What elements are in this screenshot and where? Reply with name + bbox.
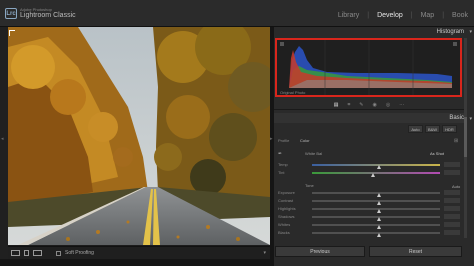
collapse-icon[interactable]: ▾ xyxy=(469,29,472,35)
tone-auto-button[interactable]: Auto xyxy=(452,184,460,189)
basic-panel-title: Basic xyxy=(449,115,464,121)
slider-exposure: Exposure xyxy=(274,190,464,197)
eyedropper-icon[interactable]: ✒ xyxy=(278,151,282,157)
profile-label: Profile xyxy=(278,138,290,143)
brand-title: Lightroom Classic xyxy=(20,12,76,19)
scrollbar-thumb[interactable] xyxy=(464,117,467,157)
previous-button[interactable]: Previous xyxy=(275,246,365,257)
slider-value-field[interactable] xyxy=(444,170,460,175)
slider-label: Exposure xyxy=(278,190,295,195)
left-panel-toggle-icon[interactable]: ◂ xyxy=(1,136,4,142)
white-balance-label: White Bal xyxy=(305,151,323,156)
slider-tint: Tint xyxy=(274,170,464,177)
module-develop[interactable]: Develop xyxy=(377,12,403,19)
slider-value-field[interactable] xyxy=(444,230,460,235)
slider-value-field[interactable] xyxy=(444,162,460,167)
bw-button[interactable]: B&W xyxy=(425,125,440,133)
crop-icon[interactable]: ⌗ xyxy=(347,102,350,108)
tone-label: Tone xyxy=(305,183,314,188)
slider-value-field[interactable] xyxy=(444,198,460,203)
histogram[interactable] xyxy=(275,38,462,97)
profile-browser-icon[interactable]: ⊞ xyxy=(454,138,458,144)
reset-button[interactable]: Reset xyxy=(369,246,462,257)
slider-temp: Temp xyxy=(274,162,464,169)
slider-shadows: Shadows xyxy=(274,214,464,221)
slider-label: Highlights xyxy=(278,206,296,211)
slider-thumb[interactable] xyxy=(376,209,381,213)
slider-label: Temp xyxy=(278,162,288,167)
slider-thumb[interactable] xyxy=(371,173,376,177)
right-panel: Histogram ▾ Original Photo ▤ ⌗ ✎ ◉ ◎ ···… xyxy=(274,27,474,266)
soft-proofing-label: Soft Proofing xyxy=(65,250,94,256)
slider-thumb[interactable] xyxy=(376,233,381,237)
compare-view-icon[interactable] xyxy=(33,250,42,256)
red-eye-icon[interactable]: ◉ xyxy=(373,102,377,108)
left-panel-collapsed xyxy=(0,27,8,266)
slider-label: Tint xyxy=(278,170,285,175)
before-after-icon[interactable] xyxy=(24,250,29,256)
slider-label: Blacks xyxy=(278,230,290,235)
app-logo: Lrc xyxy=(5,8,17,19)
crop-corner-icon xyxy=(9,30,15,36)
edit-sliders-icon[interactable]: ▤ xyxy=(334,102,339,108)
soft-proofing-checkbox[interactable] xyxy=(56,250,61,256)
module-book[interactable]: Book xyxy=(452,12,468,19)
slider-value-field[interactable] xyxy=(444,190,460,195)
slider-value-field[interactable] xyxy=(444,206,460,211)
slider-contrast: Contrast xyxy=(274,198,464,205)
slider-label: Whites xyxy=(278,222,291,227)
slider-thumb[interactable] xyxy=(376,165,381,169)
slider-value-field[interactable] xyxy=(444,214,460,219)
slider-whites: Whites xyxy=(274,222,464,229)
slider-blacks: Blacks xyxy=(274,230,464,237)
right-panel-toggle-icon[interactable]: ▸ xyxy=(270,136,273,142)
auto-button[interactable]: Auto xyxy=(408,125,423,133)
hdr-button[interactable]: HDR xyxy=(442,125,457,133)
module-picker: Library | Develop | Map | Book xyxy=(338,12,468,19)
healing-icon[interactable]: ✎ xyxy=(359,102,363,108)
top-bar: Lrc Adobe Photoshop Lightroom Classic Li… xyxy=(0,0,474,27)
basic-panel-header[interactable] xyxy=(274,113,464,123)
histogram-title: Histogram xyxy=(436,29,464,35)
slider-label: Contrast xyxy=(278,198,294,203)
module-separator: | xyxy=(367,12,370,19)
lightroom-window: Lrc Adobe Photoshop Lightroom Classic Li… xyxy=(0,0,474,266)
slider-thumb[interactable] xyxy=(376,201,381,205)
bottom-toolbar: Soft Proofing ▾ xyxy=(8,246,270,259)
white-balance-dropdown[interactable]: As Shot xyxy=(430,151,444,156)
toolbar-menu-icon[interactable]: ▾ xyxy=(263,250,266,256)
profile-value[interactable]: Color xyxy=(300,138,310,143)
slider-value-field[interactable] xyxy=(444,222,460,227)
slider-highlights: Highlights xyxy=(274,206,464,213)
slider-label: Shadows xyxy=(278,214,295,219)
module-library[interactable]: Library xyxy=(338,12,359,19)
more-tools-icon[interactable]: ··· xyxy=(399,102,404,108)
module-map[interactable]: Map xyxy=(421,12,435,19)
original-photo-label: Original Photo xyxy=(280,90,306,95)
slider-thumb[interactable] xyxy=(376,193,381,197)
module-separator: | xyxy=(442,12,445,19)
histogram-graph xyxy=(277,40,460,95)
slider-track[interactable] xyxy=(312,172,440,174)
tool-strip: ▤ ⌗ ✎ ◉ ◎ ··· xyxy=(274,100,464,109)
masking-icon[interactable]: ◎ xyxy=(386,102,390,108)
autumn-road-photo xyxy=(8,27,270,245)
photo-canvas[interactable] xyxy=(8,27,270,245)
slider-thumb[interactable] xyxy=(376,225,381,229)
collapse-icon[interactable]: ▾ xyxy=(469,116,472,122)
slider-thumb[interactable] xyxy=(376,217,381,221)
module-separator: | xyxy=(410,12,413,19)
loupe-view-icon[interactable] xyxy=(11,250,20,256)
divider xyxy=(274,109,464,110)
